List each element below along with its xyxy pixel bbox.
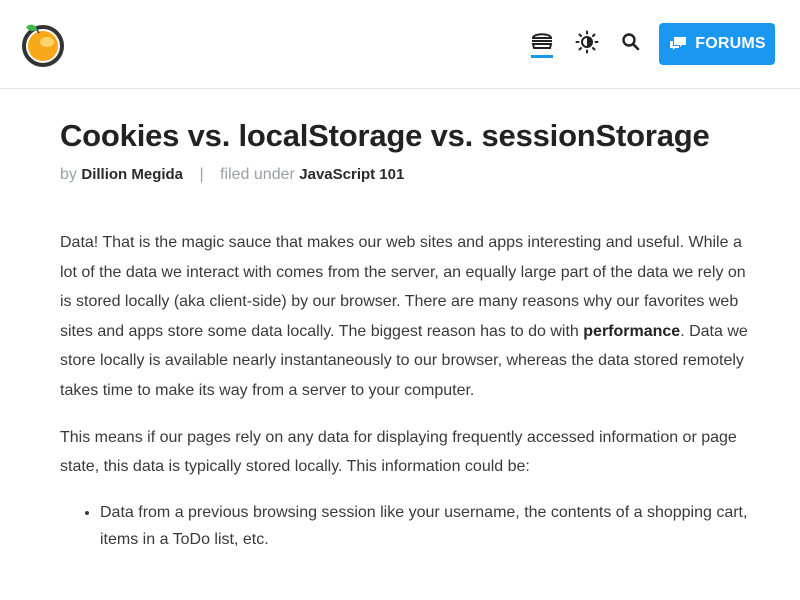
byline: by Dillion Megida | filed under JavaScri… [60,164,750,186]
site-header: FORUMS [0,0,800,89]
bold-text: performance [583,322,681,340]
filed-under-label: filed under [220,166,295,183]
article: Cookies vs. localStorage vs. sessionStor… [60,116,750,554]
article-body: Data! That is the magic sauce that makes… [60,228,750,554]
author-link[interactable]: Dillion Megida [81,166,183,183]
paragraph: Data! That is the magic sauce that makes… [60,228,750,406]
paragraph: This means if our pages rely on any data… [60,428,737,476]
bullet-list: Data from a previous browsing session li… [60,499,750,554]
menu-icon[interactable] [529,30,555,58]
orange-logo[interactable] [17,18,69,70]
list-item: Data from a previous browsing session li… [100,499,750,554]
by-label: by [60,166,77,183]
active-underline [531,55,553,58]
category-link[interactable]: JavaScript 101 [299,166,404,183]
forums-button[interactable]: FORUMS [659,23,775,65]
chat-icon [670,37,687,50]
theme-toggle-icon[interactable] [575,30,601,56]
forums-label: FORUMS [695,35,766,52]
search-icon[interactable] [619,30,645,56]
byline-separator: | [199,166,204,183]
page-title: Cookies vs. localStorage vs. sessionStor… [60,118,710,153]
